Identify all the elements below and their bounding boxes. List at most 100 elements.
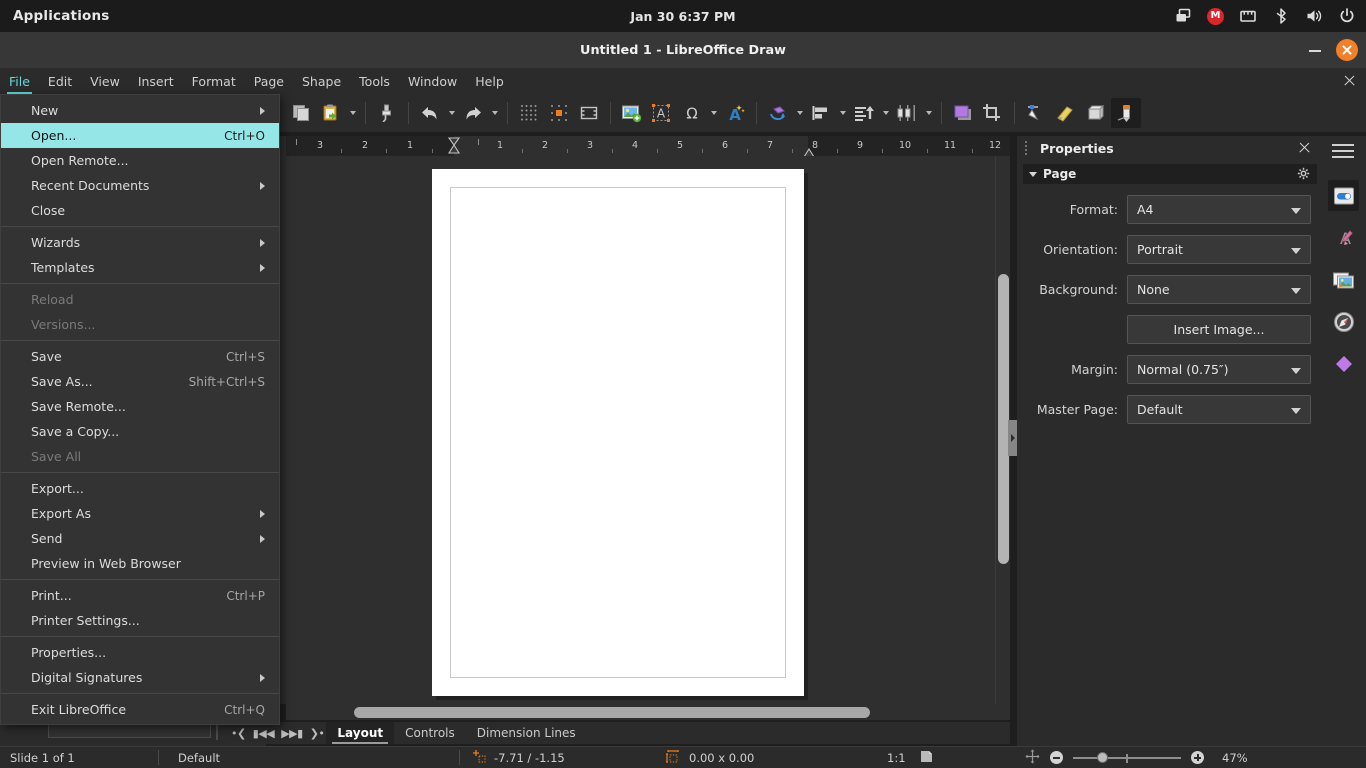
navigator-deck-icon[interactable] [1328, 306, 1359, 337]
menu-item-templates[interactable]: Templates [1, 255, 279, 280]
menu-item-recent-documents[interactable]: Recent Documents [1, 173, 279, 198]
menu-item-save-remote[interactable]: Save Remote... [1, 394, 279, 419]
ruler-page-end-marker[interactable] [802, 146, 815, 156]
glue-points-icon[interactable] [1051, 98, 1081, 128]
zoom-slider[interactable] [1073, 747, 1181, 768]
menu-item-save-as[interactable]: Save As... Shift+Ctrl+S [1, 369, 279, 394]
menu-insert[interactable]: Insert [129, 68, 183, 94]
master-page-dropdown[interactable]: Default [1127, 395, 1311, 424]
close-document-icon[interactable] [1343, 74, 1356, 87]
layer-tab-controls[interactable]: Controls [394, 722, 466, 744]
display-grid-icon[interactable] [514, 98, 544, 128]
paste-dropdown-caret[interactable] [346, 98, 359, 128]
horizontal-scrollbar[interactable] [286, 704, 1010, 720]
special-character-caret[interactable] [707, 98, 720, 128]
clone-formatting-icon[interactable] [372, 98, 402, 128]
redo-icon[interactable] [458, 98, 488, 128]
show-draw-functions-icon[interactable] [1111, 98, 1141, 128]
zoom-percent-label[interactable]: 47% [1222, 751, 1248, 765]
first-layer-nav[interactable]: •❮ [229, 727, 248, 740]
page-surface[interactable] [432, 169, 804, 696]
view-layout-icon[interactable] [920, 750, 933, 766]
system-clock[interactable]: Jan 30 6:37 PM [0, 9, 1366, 24]
sidebar-collapse-handle[interactable] [1008, 420, 1017, 456]
properties-deck-icon[interactable] [1328, 180, 1359, 211]
last-layer-nav[interactable]: ❯• [308, 727, 327, 740]
align-objects-icon[interactable] [806, 98, 836, 128]
transformations-icon[interactable] [763, 98, 793, 128]
points-icon[interactable] [1021, 98, 1051, 128]
menu-shape[interactable]: Shape [293, 68, 350, 94]
background-dropdown[interactable]: None [1127, 275, 1311, 304]
mega-icon[interactable]: M [1207, 7, 1224, 25]
insert-special-character-icon[interactable]: Ω [677, 98, 707, 128]
menu-item-new[interactable]: New [1, 98, 279, 123]
menu-item-save-a-copy[interactable]: Save a Copy... [1, 419, 279, 444]
menu-format[interactable]: Format [183, 68, 245, 94]
menu-item-print[interactable]: Print... Ctrl+P [1, 583, 279, 608]
distribute-selection-icon[interactable] [892, 98, 922, 128]
menu-edit[interactable]: Edit [39, 68, 81, 94]
styles-deck-icon[interactable]: A [1328, 222, 1359, 253]
chevron-down-icon[interactable] [1029, 171, 1037, 177]
menu-item-printer-settings[interactable]: Printer Settings... [1, 608, 279, 633]
bluetooth-icon[interactable] [1272, 7, 1290, 25]
gear-icon[interactable] [1297, 167, 1310, 180]
menu-item-exit-libreoffice[interactable]: Exit LibreOffice Ctrl+Q [1, 697, 279, 722]
sidebar-close-icon[interactable] [1298, 141, 1311, 154]
copy-icon[interactable] [286, 98, 316, 128]
format-dropdown[interactable]: A4 [1127, 195, 1311, 224]
menu-window[interactable]: Window [399, 68, 466, 94]
insert-text-box-icon[interactable]: A [647, 98, 677, 128]
menu-tools[interactable]: Tools [350, 68, 399, 94]
horizontal-ruler[interactable]: 3 2 1 1 2 3 4 5 6 7 8 9 10 11 12 [286, 136, 1010, 156]
menu-item-wizards[interactable]: Wizards [1, 230, 279, 255]
applications-menu[interactable]: Applications [13, 8, 110, 24]
fontwork-icon[interactable]: A [720, 98, 750, 128]
layer-tab-dimension-lines[interactable]: Dimension Lines [466, 722, 587, 744]
insert-image-icon[interactable] [617, 98, 647, 128]
vertical-scrollbar-thumb[interactable] [998, 274, 1009, 564]
menu-item-open[interactable]: Open... Ctrl+O [1, 123, 279, 148]
fit-slide-icon[interactable] [1025, 749, 1040, 767]
file-menu-dropdown[interactable]: New Open... Ctrl+O Open Remote... Recent… [0, 94, 280, 725]
shapes-deck-icon[interactable] [1328, 348, 1359, 379]
next-layer-nav[interactable]: ▶▶▮ [279, 727, 304, 740]
ruler-page-start-marker[interactable] [447, 137, 461, 154]
zoom-in-button[interactable] [1191, 751, 1204, 764]
drawing-canvas[interactable] [286, 156, 1010, 704]
undo-dropdown-caret[interactable] [445, 98, 458, 128]
sidebar-settings-icon[interactable] [1332, 144, 1354, 158]
orientation-dropdown[interactable]: Portrait [1127, 235, 1311, 264]
paste-icon[interactable] [316, 98, 346, 128]
arrange-caret[interactable] [879, 98, 892, 128]
sidebar-grip-icon[interactable] [1020, 141, 1032, 155]
menu-help[interactable]: Help [466, 68, 513, 94]
align-objects-caret[interactable] [836, 98, 849, 128]
toggle-extrusion-icon[interactable] [1081, 98, 1111, 128]
minimize-button[interactable] [1308, 43, 1322, 57]
menu-file[interactable]: File [0, 68, 39, 94]
redo-dropdown-caret[interactable] [488, 98, 501, 128]
gallery-deck-icon[interactable] [1328, 264, 1359, 295]
ethernet-icon[interactable] [1239, 7, 1257, 25]
window-switcher-icon[interactable] [1174, 7, 1192, 25]
menu-item-properties[interactable]: Properties... [1, 640, 279, 665]
snap-to-grid-icon[interactable] [544, 98, 574, 128]
menu-item-save[interactable]: Save Ctrl+S [1, 344, 279, 369]
insert-image-button[interactable]: Insert Image... [1127, 315, 1311, 344]
arrange-icon[interactable] [849, 98, 879, 128]
volume-icon[interactable] [1305, 7, 1323, 25]
page-panel-header[interactable]: Page [1023, 164, 1317, 184]
menu-page[interactable]: Page [245, 68, 293, 94]
margin-dropdown[interactable]: Normal (0.75″) [1127, 355, 1311, 384]
crop-image-icon[interactable] [978, 98, 1008, 128]
transformations-caret[interactable] [793, 98, 806, 128]
chevron-down-icon[interactable] [1291, 208, 1301, 214]
menu-item-send[interactable]: Send [1, 526, 279, 551]
zoom-out-button[interactable] [1050, 751, 1063, 764]
horizontal-scrollbar-thumb[interactable] [354, 707, 870, 718]
menu-item-digital-signatures[interactable]: Digital Signatures [1, 665, 279, 690]
chevron-down-icon[interactable] [1291, 248, 1301, 254]
close-button[interactable] [1336, 39, 1358, 61]
